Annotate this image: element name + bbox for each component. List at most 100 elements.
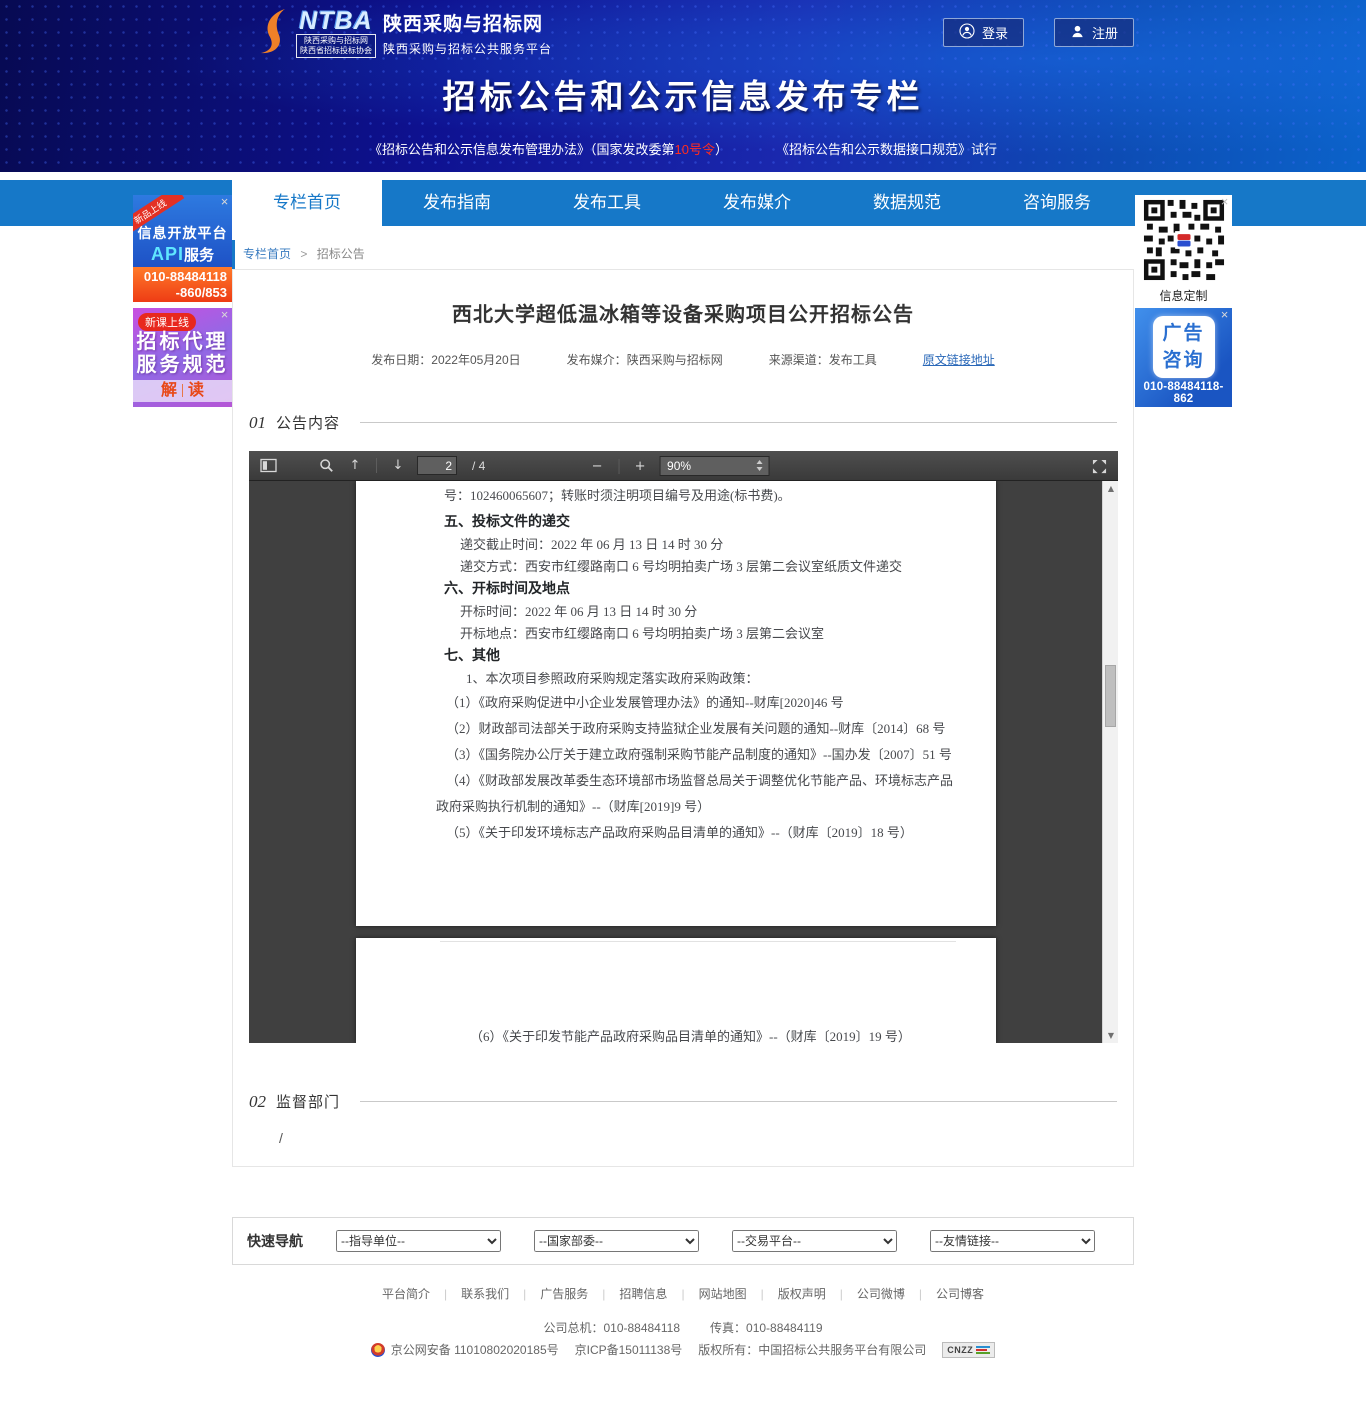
banner-notice-1: 《招标公告和公示信息发布管理办法》（国家发改委第10号令） [369, 139, 728, 158]
register-person-icon [1070, 24, 1085, 42]
scrollbar-thumb[interactable] [1105, 665, 1116, 727]
source-channel: 来源渠道：发布工具 [769, 351, 877, 368]
site-logo[interactable]: NTBA 陕西采购与招标网 陕西省招标投标协会 陕西采购与招标网 陕西采购与招标… [255, 8, 552, 59]
sidebar-toggle-icon[interactable] [258, 456, 278, 476]
page-count: / 4 [472, 459, 485, 473]
ad-api-line1: 信息开放平台 [133, 223, 232, 243]
section-divider [360, 422, 1117, 423]
search-icon[interactable] [316, 456, 336, 476]
tab-publish-tools[interactable]: 发布工具 [532, 180, 682, 226]
page-number-input[interactable] [417, 456, 457, 475]
ad-consult[interactable]: × 广告 咨询 010-88484118-862 [1135, 308, 1232, 407]
register-button[interactable]: 注册 [1054, 18, 1134, 47]
banner-notices: 《招标公告和公示信息发布管理办法》（国家发改委第10号令） 《招标公告和公示数据… [0, 139, 1366, 158]
quicknav-select-links[interactable]: --友情链接-- [930, 1230, 1095, 1252]
footer-link-sitemap[interactable]: 网站地图 [667, 1285, 746, 1302]
close-icon[interactable]: × [1217, 308, 1232, 323]
scrollbar-up-icon[interactable]: ▲ [1103, 484, 1118, 493]
quicknav-select-guidance[interactable]: --指导单位-- [336, 1230, 501, 1252]
login-button[interactable]: 登录 [943, 18, 1024, 47]
footer-phone-line: 公司总机：010-88484118 传真：010-88484119 [0, 1319, 1366, 1336]
footer-link-ads[interactable]: 广告服务 [509, 1285, 588, 1302]
section-number: 02 [249, 1092, 266, 1112]
ad-api-service[interactable]: × 新品上线 信息开放平台 API服务 010-88484118 -860/85… [133, 195, 232, 302]
fullscreen-icon[interactable] [1089, 456, 1109, 476]
scrollbar-down-icon[interactable]: ▼ [1103, 1031, 1118, 1040]
quicknav-select-ministries[interactable]: --国家部委-- [534, 1230, 699, 1252]
beian-gongan[interactable]: 京公网安备 11010802020185号 [391, 1341, 559, 1358]
section-title: 公告内容 [276, 412, 340, 433]
breadcrumb: 专栏首页 > 招标公告 [232, 240, 1131, 269]
logo-swoosh-icon [255, 8, 289, 59]
breadcrumb-current: 招标公告 [317, 247, 365, 261]
breadcrumb-home-link[interactable]: 专栏首页 [243, 247, 291, 261]
zoom-in-icon[interactable]: + [630, 456, 650, 476]
section-title: 监督部门 [276, 1091, 340, 1112]
toolbar-separator [618, 459, 619, 474]
ad-api-line2: API服务 [133, 244, 232, 265]
supervision-value: / [279, 1130, 1117, 1146]
footer-beian-line: 京公网安备 11010802020185号 京ICP备15011138号 版权所… [0, 1341, 1366, 1358]
ad-agency-course[interactable]: × 新课上线 招标代理 服务规范 解读 [133, 308, 232, 407]
pdf-viewer: ↑ ↓ / 4 − + 90% [249, 451, 1118, 1043]
pdf-line: （2）财政部司法部关于政府采购支持监狱企业发展有关问题的通知--财库〔2014〕… [446, 720, 960, 737]
close-icon[interactable]: × [217, 308, 232, 323]
footer-link-weibo[interactable]: 公司微博 [826, 1285, 905, 1302]
article-title: 西北大学超低温冰箱等设备采购项目公开招标公告 [249, 298, 1117, 327]
login-label: 登录 [982, 23, 1008, 42]
pdf-line: （3）《国务院办公厅关于建立政府强制采购节能产品制度的通知》--国办发〔2007… [446, 746, 960, 763]
close-icon[interactable]: × [1217, 195, 1232, 210]
banner-title: 招标公告和公示信息发布专栏 [0, 70, 1366, 118]
find-previous-icon[interactable]: ↑ [345, 456, 365, 476]
zoom-level-value: 90% [667, 459, 691, 473]
pdf-line: （5）《关于印发环境标志产品政府采购品目清单的通知》--（财库〔2019〕18 … [446, 824, 960, 841]
new-course-tag: 新课上线 [138, 313, 196, 331]
cnzz-badge[interactable]: CNZZ [942, 1342, 995, 1358]
ad-course-line2: 服务规范 [133, 354, 232, 377]
ad-consult-phone: 010-88484118-862 [1135, 381, 1232, 405]
tab-column-home[interactable]: 专栏首页 [232, 180, 382, 226]
footer-link-blog[interactable]: 公司博客 [905, 1285, 984, 1302]
pdf-line: 五、投标文件的递交 [444, 514, 960, 531]
footer-link-jobs[interactable]: 招聘信息 [588, 1285, 667, 1302]
close-icon[interactable]: × [217, 195, 232, 210]
pdf-line: 开标地点：西安市红缨路南口 6 号均明拍卖广场 3 层第二会议室 [460, 625, 960, 642]
footer-links: 平台简介 联系我们 广告服务 招聘信息 网站地图 版权声明 公司微博 公司博客 [0, 1285, 1366, 1302]
copyright-owner: 版权所有：中国招标公共服务平台有限公司 [698, 1341, 926, 1358]
logo-badge-line1: 陕西采购与招标网 [300, 36, 372, 46]
footer-link-contact[interactable]: 联系我们 [430, 1285, 509, 1302]
quicknav-select-platforms[interactable]: --交易平台-- [732, 1230, 897, 1252]
section-header-supervision: 02 监督部门 [249, 1091, 1117, 1112]
pdf-content-area[interactable]: 号：102460065607；转账时须注明项目编号及用途(标书费)。 五、投标文… [249, 481, 1118, 1043]
cnzz-stripes-icon [976, 1346, 990, 1354]
page2-top-rule [440, 941, 956, 942]
beian-icp[interactable]: 京ICP备15011138号 [575, 1341, 683, 1358]
pdf-line: 递交方式：西安市红缨路南口 6 号均明拍卖广场 3 层第二会议室纸质文件递交 [460, 558, 960, 575]
tab-consult-service[interactable]: 咨询服务 [982, 180, 1132, 226]
find-next-icon[interactable]: ↓ [388, 456, 408, 476]
pdf-line: 号：102460065607；转账时须注明项目编号及用途(标书费)。 [444, 487, 960, 504]
original-link[interactable]: 原文链接地址 [923, 351, 995, 368]
pdf-line: 递交截止时间：2022 年 06 月 13 日 14 时 30 分 [460, 536, 960, 553]
tab-publish-media[interactable]: 发布媒介 [682, 180, 832, 226]
banner-notice-2: 《招标公告和公示数据接口规范》试行 [776, 139, 997, 158]
footer-link-about[interactable]: 平台简介 [382, 1285, 430, 1302]
login-person-icon [959, 23, 975, 42]
quick-nav: 快速导航 --指导单位-- --国家部委-- --交易平台-- --友情链接-- [232, 1217, 1134, 1265]
company-fax: 传真：010-88484119 [710, 1319, 823, 1336]
site-footer: 平台简介 联系我们 广告服务 招聘信息 网站地图 版权声明 公司微博 公司博客 … [0, 1285, 1366, 1358]
tab-publish-guide[interactable]: 发布指南 [382, 180, 532, 226]
article-meta: 发布日期：2022年05月20日 发布媒介：陕西采购与招标网 来源渠道：发布工具… [249, 351, 1117, 368]
pdf-toolbar: ↑ ↓ / 4 − + 90% [249, 451, 1118, 481]
zoom-level-select[interactable]: 90% [659, 456, 769, 476]
footer-link-copyright[interactable]: 版权声明 [747, 1285, 826, 1302]
zoom-out-icon[interactable]: − [587, 456, 607, 476]
pdf-scrollbar[interactable]: ▲ ▼ [1102, 481, 1118, 1043]
ad-course-footer: 解读 [133, 380, 232, 402]
qr-code [1141, 270, 1227, 287]
tab-data-standard[interactable]: 数据规范 [832, 180, 982, 226]
pdf-line: 政府采购执行机制的通知》--（财库[2019]9 号） [436, 798, 960, 815]
ad-qr-subscribe[interactable]: × [1135, 195, 1232, 302]
pdf-line: （6）《关于印发节能产品政府采购品目清单的通知》--（财库〔2019〕19 号） [470, 1028, 960, 1043]
logo-badge-line2: 陕西省招标投标协会 [300, 46, 372, 56]
